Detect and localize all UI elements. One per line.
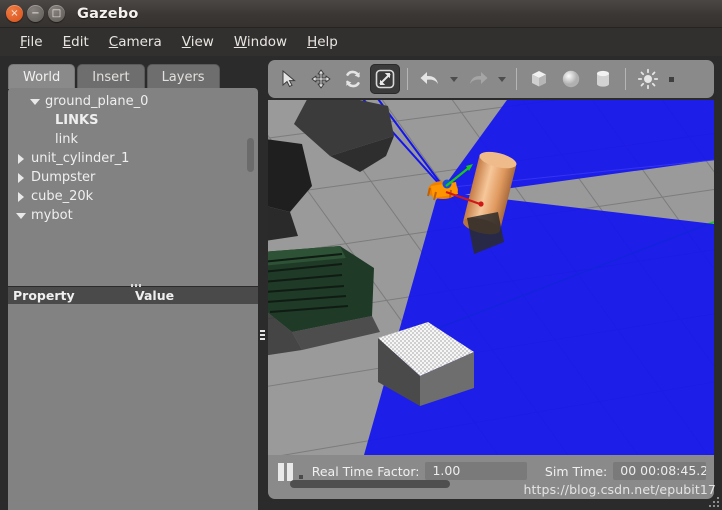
render-toolbar: [268, 60, 714, 98]
tree-item-label: ground_plane_0: [45, 94, 149, 109]
menu-window[interactable]: Window: [224, 31, 297, 53]
menu-help[interactable]: Help: [297, 31, 348, 53]
minimize-button[interactable]: −: [27, 5, 44, 22]
chevron-down-icon[interactable]: [30, 97, 40, 107]
status-horizontal-scrollbar[interactable]: [290, 480, 450, 488]
select-mode-button[interactable]: [274, 64, 304, 94]
pause-button[interactable]: [278, 462, 294, 482]
menu-view[interactable]: View: [172, 31, 224, 53]
translate-mode-button[interactable]: [306, 64, 336, 94]
real-time-factor-label: Real Time Factor:: [311, 464, 420, 479]
tree-item-mybot[interactable]: mybot: [8, 206, 258, 225]
property-table-body[interactable]: [8, 304, 258, 510]
left-panel: World Insert Layers ground_plane_0 LINKS…: [0, 56, 266, 510]
tree-item-label: link: [55, 132, 78, 147]
tree-item-label: cube_20k: [31, 189, 94, 204]
toolbar-overflow-button[interactable]: [665, 77, 677, 82]
insert-cylinder-button[interactable]: [588, 64, 618, 94]
tab-layers[interactable]: Layers: [146, 64, 220, 89]
tab-insert[interactable]: Insert: [77, 64, 145, 89]
tree-item-unit-cylinder-1[interactable]: unit_cylinder_1: [8, 149, 258, 168]
world-tree-list: ground_plane_0 LINKS link unit_cylinder_…: [8, 92, 258, 225]
window-resize-grip[interactable]: [707, 495, 719, 507]
real-time-factor-value: 1.00: [425, 462, 527, 480]
title-bar: × − □ Gazebo: [0, 0, 722, 28]
world-tree-scrollbar[interactable]: [247, 138, 254, 172]
toolbar-separator: [407, 68, 408, 90]
render-panel: Real Time Factor: 1.00 Sim Time: 00 00:0…: [268, 56, 722, 510]
cursor-arrow-icon: [280, 70, 298, 88]
sun-light-icon: [637, 68, 659, 90]
tree-item-dumpster[interactable]: Dumpster: [8, 168, 258, 187]
step-button[interactable]: [294, 462, 308, 482]
column-header-value: Value: [135, 288, 175, 303]
undo-dropdown-button[interactable]: [447, 64, 461, 94]
scale-mode-button[interactable]: [370, 64, 400, 94]
chevron-down-icon[interactable]: [16, 211, 26, 221]
tree-item-label: unit_cylinder_1: [31, 151, 130, 166]
tree-item-links[interactable]: LINKS: [8, 111, 258, 130]
tree-item-link[interactable]: link: [8, 130, 258, 149]
redo-dropdown-button[interactable]: [495, 64, 509, 94]
left-panel-splitter[interactable]: [259, 324, 266, 346]
tree-item-cube-20k[interactable]: cube_20k: [8, 187, 258, 206]
3d-viewport[interactable]: [268, 100, 714, 455]
insert-sphere-button[interactable]: [556, 64, 586, 94]
cylinder-icon: [592, 68, 614, 90]
toolbar-separator: [625, 68, 626, 90]
menu-edit[interactable]: Edit: [53, 31, 99, 53]
column-header-property: Property: [13, 288, 75, 303]
world-tree[interactable]: ground_plane_0 LINKS link unit_cylinder_…: [8, 88, 258, 286]
tree-item-label: mybot: [31, 208, 73, 223]
menu-camera[interactable]: Camera: [99, 31, 172, 53]
menu-bar: File Edit Camera View Window Help: [0, 28, 722, 56]
chevron-right-icon[interactable]: [16, 153, 26, 164]
chevron-right-icon[interactable]: [16, 191, 26, 202]
tree-item-ground-plane[interactable]: ground_plane_0: [8, 92, 258, 111]
toolbar-separator: [516, 68, 517, 90]
rotate-mode-button[interactable]: [338, 64, 368, 94]
undo-button[interactable]: [415, 64, 445, 94]
menu-file[interactable]: File: [10, 31, 53, 53]
chevron-right-icon[interactable]: [16, 172, 26, 183]
tab-world[interactable]: World: [8, 64, 76, 89]
gazebo-window: × − □ Gazebo File Edit Camera View Windo…: [0, 0, 722, 510]
insert-box-button[interactable]: [524, 64, 554, 94]
close-button[interactable]: ×: [6, 5, 23, 22]
sim-time-value: 00 00:08:45.23: [613, 462, 706, 480]
redo-button[interactable]: [463, 64, 493, 94]
property-table-header: Property Value: [8, 287, 258, 304]
move-arrows-icon: [311, 69, 331, 89]
rotate-arrows-icon: [343, 69, 363, 89]
tree-item-label: LINKS: [55, 113, 99, 128]
maximize-button[interactable]: □: [48, 5, 65, 22]
redo-arrow-icon: [467, 69, 489, 89]
sim-time-label: Sim Time:: [544, 464, 608, 479]
sphere-icon: [560, 68, 582, 90]
window-title: Gazebo: [77, 5, 139, 22]
watermark-text: https://blog.csdn.net/epubit17: [523, 482, 716, 497]
scale-diagonal-arrows-icon: [375, 69, 395, 89]
insert-light-button[interactable]: [633, 64, 663, 94]
undo-arrow-icon: [419, 69, 441, 89]
panel-tabs: World Insert Layers: [8, 64, 220, 89]
window-controls: × − □: [0, 5, 65, 22]
tree-item-label: Dumpster: [31, 170, 96, 185]
box-icon: [528, 68, 550, 90]
